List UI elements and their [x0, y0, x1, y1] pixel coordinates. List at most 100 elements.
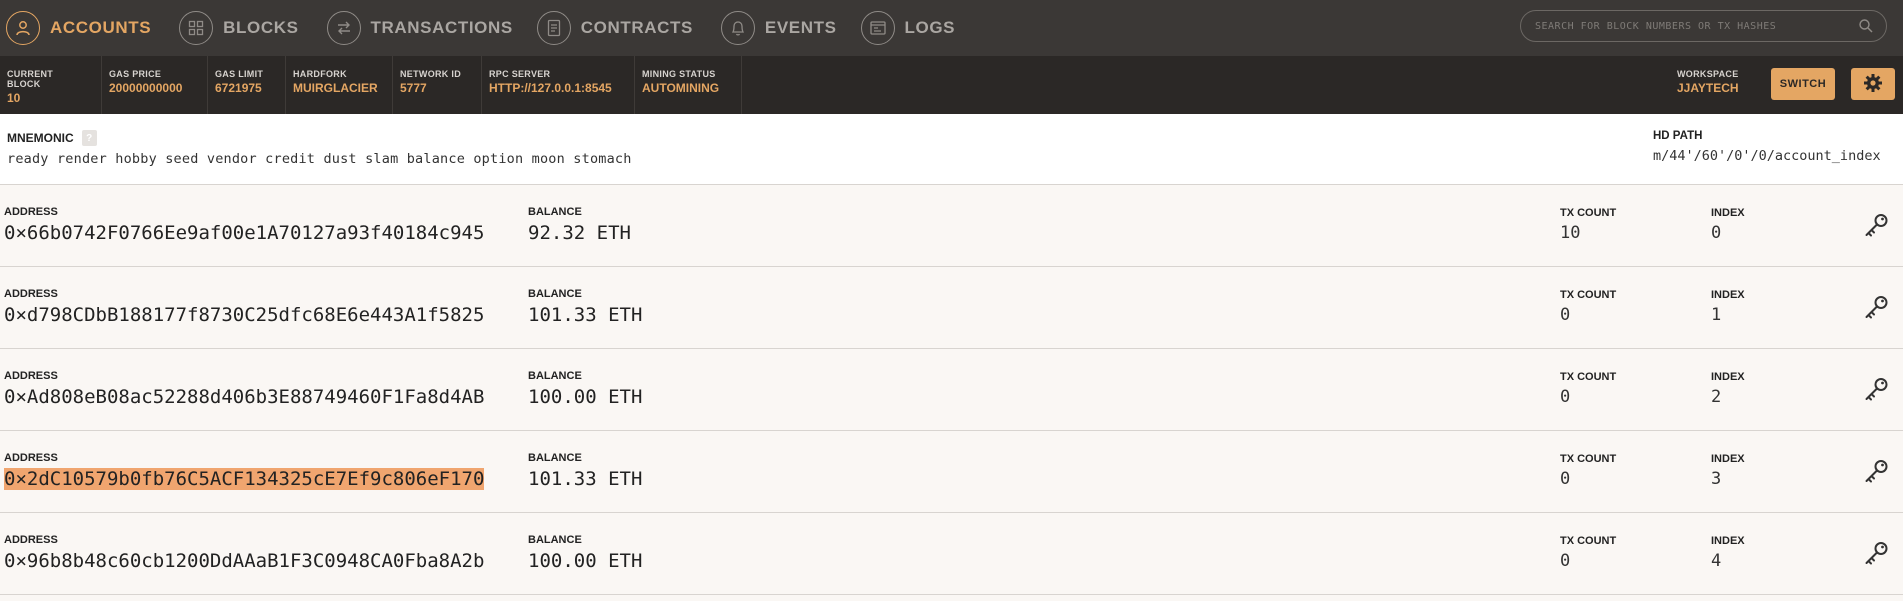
index-value: 2 — [1711, 387, 1722, 407]
stat-label: GAS PRICE — [109, 69, 162, 79]
settings-button[interactable] — [1851, 68, 1895, 100]
address-value[interactable]: 0×d798CDbB188177f8730C25dfc68E6e443A1f58… — [4, 304, 484, 326]
mnemonic-label: MNEMONIC — [7, 131, 74, 145]
stat-current-block: CURRENT BLOCK 10 — [0, 56, 102, 114]
nav-tab-label: EVENTS — [764, 18, 837, 37]
top-navigation: ACCOUNTS BLOCKS TRANSACTIONS CONTRACTS E… — [0, 0, 1903, 56]
stat-value: AUTOMINING — [642, 81, 720, 95]
tx-count-value: 0 — [1560, 469, 1571, 489]
balance-label: BALANCE — [528, 288, 582, 300]
help-icon[interactable]: ? — [81, 130, 97, 146]
key-icon[interactable] — [1862, 458, 1890, 486]
key-icon[interactable] — [1862, 540, 1890, 568]
nav-tab-label: LOGS — [904, 18, 956, 37]
tx-count-value: 0 — [1560, 387, 1571, 407]
account-row: ADDRESS 0×66b0742F0766Ee9af00e1A70127a93… — [0, 185, 1903, 267]
tx-count-label: TX COUNT — [1560, 289, 1617, 301]
index-label: INDEX — [1711, 371, 1745, 383]
account-row: ADDRESS 0×Ad808eB08ac52288d406b3E8874946… — [0, 349, 1903, 431]
nav-tab-blocks[interactable]: BLOCKS — [179, 0, 316, 56]
stat-gas-price: GAS PRICE 20000000000 — [102, 56, 208, 114]
account-row: ADDRESS 0×96b8b48c60cb1200DdAAaB1F3C0948… — [0, 513, 1903, 595]
person-icon — [6, 11, 40, 45]
account-row: ADDRESS 0×2dC10579b0fb76C5ACF134325cE7Ef… — [0, 431, 1903, 513]
nav-tab-events[interactable]: EVENTS — [720, 0, 855, 56]
stat-value: 10 — [7, 91, 21, 105]
mnemonic-words: ready render hobby seed vendor credit du… — [7, 151, 632, 167]
stat-mining-status: MINING STATUS AUTOMINING — [635, 56, 742, 114]
address-value[interactable]: 0×Ad808eB08ac52288d406b3E88749460F1Fa8d4… — [4, 386, 484, 408]
nav-tab-logs[interactable]: LOGS — [860, 0, 974, 56]
index-value: 3 — [1711, 469, 1722, 489]
key-icon[interactable] — [1862, 376, 1890, 404]
search-box — [1520, 10, 1887, 42]
stat-label: CURRENT BLOCK — [7, 69, 54, 89]
search-icon[interactable] — [1858, 18, 1874, 38]
address-label: ADDRESS — [4, 534, 58, 546]
address-label: ADDRESS — [4, 288, 58, 300]
tx-count-value: 10 — [1560, 223, 1581, 243]
balance-value: 100.00 ETH — [528, 386, 643, 408]
nav-tab-contracts[interactable]: CONTRACTS — [536, 0, 711, 56]
tx-count-label: TX COUNT — [1560, 453, 1617, 465]
mnemonic-panel: MNEMONIC ? ready render hobby seed vendo… — [0, 114, 1903, 185]
hd-path-value: m/44'/60'/0'/0/account_index — [1653, 148, 1881, 164]
stat-label: NETWORK ID — [400, 69, 461, 79]
account-list: ADDRESS 0×66b0742F0766Ee9af00e1A70127a93… — [0, 185, 1903, 595]
status-bar: CURRENT BLOCK 10 GAS PRICE 20000000000 G… — [0, 56, 1903, 114]
key-icon[interactable] — [1862, 294, 1890, 322]
balance-value: 100.00 ETH — [528, 550, 643, 572]
tx-count-value: 0 — [1560, 551, 1571, 571]
nav-tab-label: ACCOUNTS — [50, 18, 152, 37]
balance-label: BALANCE — [528, 370, 582, 382]
balance-label: BALANCE — [528, 206, 582, 218]
terminal-window-icon — [860, 11, 895, 45]
stat-rpc-server: RPC SERVER HTTP://127.0.0.1:8545 — [482, 56, 635, 114]
nav-tab-transactions[interactable]: TRANSACTIONS — [326, 0, 531, 56]
account-row: ADDRESS 0×d798CDbB188177f8730C25dfc68E6e… — [0, 267, 1903, 349]
balance-value: 92.32 ETH — [528, 222, 631, 244]
workspace-info: WORKSPACE JJAYTECH — [1677, 69, 1739, 95]
balance-value: 101.33 ETH — [528, 304, 643, 326]
key-icon[interactable] — [1862, 212, 1890, 240]
tx-count-label: TX COUNT — [1560, 207, 1617, 219]
index-label: INDEX — [1711, 207, 1745, 219]
stat-label: GAS LIMIT — [215, 69, 264, 79]
nav-tab-label: TRANSACTIONS — [370, 18, 513, 37]
workspace-name: JJAYTECH — [1677, 81, 1739, 95]
address-value[interactable]: 0×96b8b48c60cb1200DdAAaB1F3C0948CA0Fba8A… — [4, 550, 484, 572]
address-value[interactable]: 0×66b0742F0766Ee9af00e1A70127a93f40184c9… — [4, 222, 484, 244]
tx-count-value: 0 — [1560, 305, 1571, 325]
search-input[interactable] — [1533, 19, 1857, 33]
address-label: ADDRESS — [4, 206, 58, 218]
stat-hardfork: HARDFORK MUIRGLACIER — [286, 56, 393, 114]
tx-count-label: TX COUNT — [1560, 535, 1617, 547]
index-value: 4 — [1711, 551, 1722, 571]
workspace-label: WORKSPACE — [1677, 69, 1739, 79]
index-label: INDEX — [1711, 535, 1745, 547]
nav-tab-label: CONTRACTS — [580, 18, 693, 37]
stat-value: 20000000000 — [109, 81, 183, 95]
nav-tab-accounts[interactable]: ACCOUNTS — [6, 0, 169, 56]
index-value: 0 — [1711, 223, 1722, 243]
gear-icon — [1863, 73, 1883, 96]
stat-value: 5777 — [400, 81, 427, 95]
hd-path-label: HD PATH — [1653, 130, 1703, 142]
address-value[interactable]: 0×2dC10579b0fb76C5ACF134325cE7Ef9c806eF1… — [4, 468, 485, 490]
nav-tab-label: BLOCKS — [223, 18, 299, 37]
stat-value: MUIRGLACIER — [293, 81, 378, 95]
blocks-grid-icon — [179, 11, 214, 45]
index-value: 1 — [1711, 305, 1722, 325]
address-label: ADDRESS — [4, 370, 58, 382]
stat-value: HTTP://127.0.0.1:8545 — [489, 81, 612, 95]
index-label: INDEX — [1711, 453, 1745, 465]
bell-icon — [720, 11, 755, 45]
swap-arrows-icon — [326, 11, 361, 45]
index-label: INDEX — [1711, 289, 1745, 301]
switch-workspace-button[interactable]: SWITCH — [1771, 68, 1835, 100]
stat-label: MINING STATUS — [642, 69, 716, 79]
stat-label: HARDFORK — [293, 69, 347, 79]
document-icon — [536, 11, 571, 45]
stat-label: RPC SERVER — [489, 69, 551, 79]
balance-label: BALANCE — [528, 534, 582, 546]
